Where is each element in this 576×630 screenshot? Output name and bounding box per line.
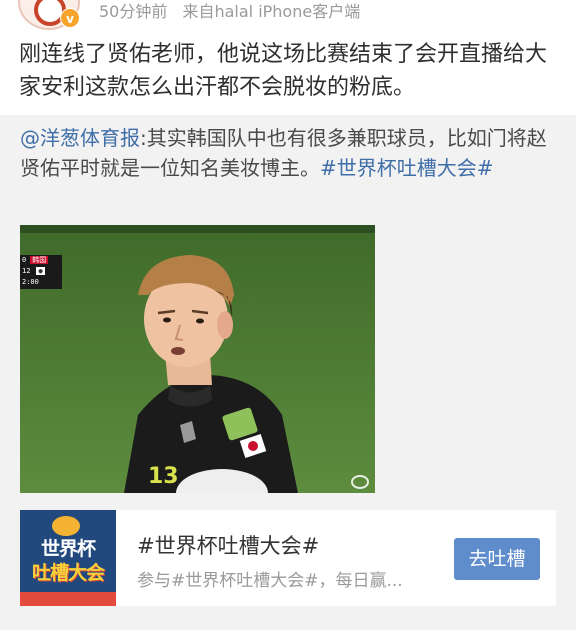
post-source[interactable]: 来自halal iPhone客户端 xyxy=(182,2,360,21)
topic-card[interactable]: 世界杯 吐槽大会 #世界杯吐槽大会# 参与#世界杯吐槽大会#，每日赢... 去吐… xyxy=(20,510,556,606)
worldcup-logo-icon xyxy=(52,516,80,536)
verified-badge-icon: v xyxy=(60,8,80,28)
thumb-stripe xyxy=(20,592,116,606)
post-meta: 50分钟前 来自halal iPhone客户端 xyxy=(99,0,360,24)
post-text: 刚连线了贤佑老师，他说这场比赛结束了会开直播给大家安利这款怎么出汗都不会脱妆的粉… xyxy=(19,42,548,100)
repost-container[interactable]: @洋葱体育报:其实韩国队中也有很多兼职球员，比如门将赵贤佑平时就是一位知名美妆博… xyxy=(0,115,576,630)
post-header: v 50分钟前 来自halal iPhone客户端 xyxy=(0,0,576,32)
thumb-title-line1: 世界杯 xyxy=(40,538,96,560)
repost-author-link[interactable]: @洋葱体育报 xyxy=(20,126,140,150)
weibo-watermark-icon xyxy=(351,475,369,489)
topic-subtitle: 参与#世界杯吐槽大会#，每日赢... xyxy=(137,571,403,591)
score-away: 12 xyxy=(22,267,31,275)
korea-flag-icon: ● xyxy=(36,267,45,275)
topic-title[interactable]: #世界杯吐槽大会# xyxy=(137,530,319,560)
join-topic-button[interactable]: 去吐槽 xyxy=(454,538,540,580)
goalkeeper-image: 13 xyxy=(20,225,375,493)
repost-text: @洋葱体育报:其实韩国队中也有很多兼职球员，比如门将赵贤佑平时就是一位知名美妆博… xyxy=(20,123,560,183)
scoreboard: 0 韩国 12 ● 2:00 xyxy=(20,255,62,289)
topic-thumbnail: 世界杯 吐槽大会 xyxy=(20,510,116,606)
team-name: 韩国 xyxy=(30,256,49,264)
svg-text:13: 13 xyxy=(148,464,179,489)
thumb-title-line2: 吐槽大会 xyxy=(31,562,105,584)
match-clock: 2:00 xyxy=(22,278,39,286)
score-home: 0 xyxy=(22,256,27,264)
video-thumbnail[interactable]: 13 0 韩国 12 ● 2:00 xyxy=(20,225,375,493)
post-time: 50分钟前 xyxy=(99,2,168,21)
repost-hashtag-link[interactable]: #世界杯吐槽大会# xyxy=(320,156,494,180)
